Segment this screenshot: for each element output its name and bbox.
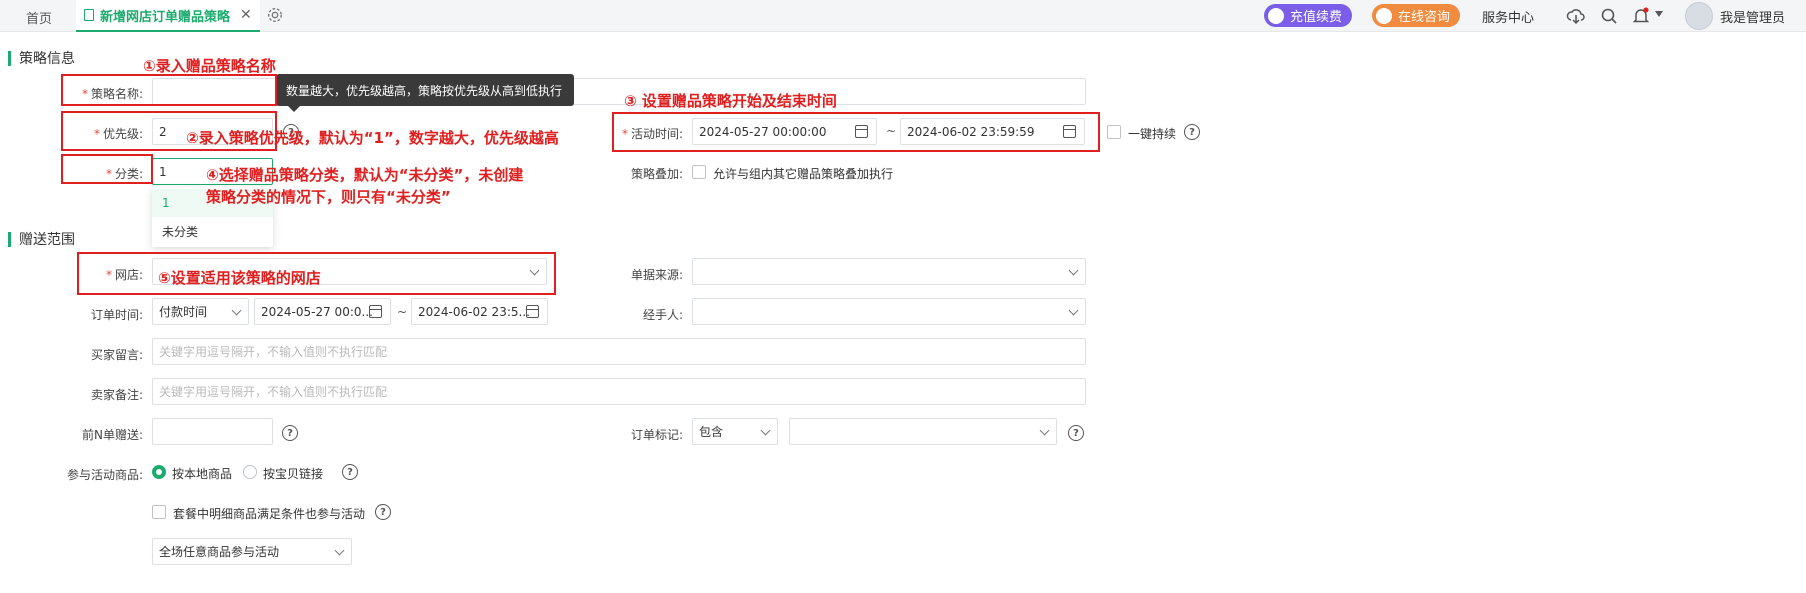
- order-end-input[interactable]: 2024-06-02 23:5...: [411, 298, 548, 325]
- continuous-label: 一键持续: [1128, 127, 1177, 141]
- order-start-input[interactable]: 2024-05-27 00:0...: [254, 298, 391, 325]
- calendar-icon[interactable]: [526, 305, 539, 318]
- products-label: 参与活动商品:: [66, 468, 143, 482]
- first-n-input[interactable]: [152, 418, 273, 445]
- product-scope-select[interactable]: 全场任意商品参与活动: [152, 538, 352, 565]
- seller-note-label: 卖家备注:: [90, 388, 143, 402]
- order-end-value: 2024-06-02 23:5...: [418, 304, 530, 319]
- handler-select[interactable]: [692, 298, 1086, 325]
- chevron-down-icon: [1068, 265, 1079, 276]
- package-checkbox[interactable]: [152, 505, 166, 519]
- order-mark-label: 订单标记:: [630, 428, 683, 442]
- annotation-name: ①录入赠品策略名称: [143, 57, 276, 75]
- annotation-box-time: [612, 112, 1100, 152]
- section-accent-bar: [8, 50, 11, 66]
- chevron-down-icon: [231, 305, 242, 316]
- section-strategy-info: 策略信息: [8, 48, 75, 68]
- annotation-category-2: 策略分类的情况下，则只有“未分类”: [206, 188, 451, 206]
- stack-option-label: 允许与组内其它赠品策略叠加执行: [713, 167, 894, 181]
- close-icon[interactable]: ✕: [240, 7, 252, 23]
- chevron-down-icon: [334, 545, 345, 556]
- order-mark-op-select[interactable]: 包含: [692, 418, 778, 445]
- annotation-time: ③ 设置赠品策略开始及结束时间: [624, 92, 837, 110]
- caret-down-icon[interactable]: [1655, 11, 1663, 17]
- order-time-type-value: 付款时间: [159, 305, 208, 319]
- handler-label: 经手人:: [642, 308, 683, 322]
- section-gift-scope: 赠送范围: [8, 229, 75, 249]
- money-bag-icon: [1268, 7, 1284, 24]
- category-option[interactable]: 未分类: [152, 217, 273, 245]
- seller-note-input[interactable]: 关键字用逗号隔开，不输入值则不执行匹配: [152, 378, 1086, 405]
- order-mark-select[interactable]: [789, 418, 1057, 445]
- tab-active-label: 新增网店订单赠品策略: [100, 9, 231, 25]
- product-scope-value: 全场任意商品参与活动: [159, 545, 280, 559]
- top-bar: 首页 新增网店订单赠品策略 ✕ 充值续费 在线咨询 服务中心 我是管理员: [0, 0, 1806, 32]
- radio-link[interactable]: [243, 465, 257, 479]
- stack-checkbox[interactable]: [692, 165, 706, 179]
- help-icon[interactable]: ?: [375, 504, 391, 520]
- consult-button[interactable]: 在线咨询: [1372, 4, 1461, 27]
- help-icon[interactable]: ?: [1068, 425, 1084, 441]
- buyer-message-label: 买家留言:: [90, 348, 143, 362]
- recharge-button[interactable]: 充值续费: [1264, 4, 1353, 27]
- order-time-label: 订单时间:: [90, 308, 143, 322]
- bell-icon[interactable]: [1631, 6, 1651, 26]
- order-time-type-select[interactable]: 付款时间: [152, 298, 249, 325]
- radio-link-label: 按宝贝链接: [263, 467, 324, 481]
- chevron-down-icon: [1068, 305, 1079, 316]
- radio-local-label: 按本地商品: [172, 467, 233, 481]
- section-title: 策略信息: [19, 51, 75, 67]
- stack-label: 策略叠加:: [630, 167, 683, 181]
- annotation-box-name: [61, 74, 277, 106]
- buyer-message-placeholder: 关键字用逗号隔开，不输入值则不执行匹配: [159, 345, 388, 359]
- cloud-download-icon[interactable]: [1566, 6, 1586, 26]
- help-icon[interactable]: ?: [342, 464, 358, 480]
- search-icon[interactable]: [1599, 6, 1619, 26]
- priority-tooltip: 数量越大，优先级越高，策略按优先级从高到低执行: [276, 74, 574, 112]
- gear-icon[interactable]: [266, 6, 284, 24]
- seller-note-placeholder: 关键字用逗号隔开，不输入值则不执行匹配: [159, 385, 388, 399]
- annotation-box-category: [61, 154, 153, 184]
- annotation-category-1: ④选择赠品策略分类，默认为“未分类”，未创建: [206, 166, 524, 184]
- avatar[interactable]: [1685, 2, 1713, 30]
- radio-local-products[interactable]: [152, 465, 166, 479]
- annotation-priority: ②录入策略优先级，默认为“1”，数字越大，优先级越高: [186, 129, 559, 147]
- tab-active[interactable]: 新增网店订单赠品策略 ✕: [76, 0, 260, 32]
- document-icon: [84, 9, 94, 21]
- category-value: 1: [159, 164, 167, 179]
- chevron-down-icon: [1039, 425, 1050, 436]
- chevron-down-icon: [760, 425, 771, 436]
- recharge-label: 充值续费: [1290, 10, 1343, 25]
- section-title: 赠送范围: [19, 232, 75, 248]
- order-start-value: 2024-05-27 00:0...: [261, 304, 373, 319]
- user-name[interactable]: 我是管理员: [1720, 7, 1785, 26]
- consult-label: 在线咨询: [1398, 10, 1451, 25]
- tab-home[interactable]: 首页: [26, 8, 52, 27]
- source-select[interactable]: [692, 258, 1086, 285]
- source-label: 单据来源:: [630, 268, 683, 282]
- package-label: 套餐中明细商品满足条件也参与活动: [173, 507, 366, 521]
- continuous-checkbox[interactable]: [1107, 125, 1121, 139]
- annotation-shop: ⑤设置适用该策略的网店: [158, 269, 321, 287]
- help-icon[interactable]: ?: [282, 425, 298, 441]
- service-center-link[interactable]: 服务中心: [1482, 7, 1534, 26]
- calendar-icon[interactable]: [369, 305, 382, 318]
- buyer-message-input[interactable]: 关键字用逗号隔开，不输入值则不执行匹配: [152, 338, 1086, 365]
- first-n-label: 前N单赠送:: [81, 428, 143, 442]
- section-accent-bar: [8, 231, 11, 247]
- help-icon[interactable]: ?: [1184, 124, 1200, 140]
- order-mark-op-value: 包含: [699, 425, 724, 439]
- range-separator: ~: [397, 305, 408, 319]
- chat-icon: [1376, 7, 1392, 24]
